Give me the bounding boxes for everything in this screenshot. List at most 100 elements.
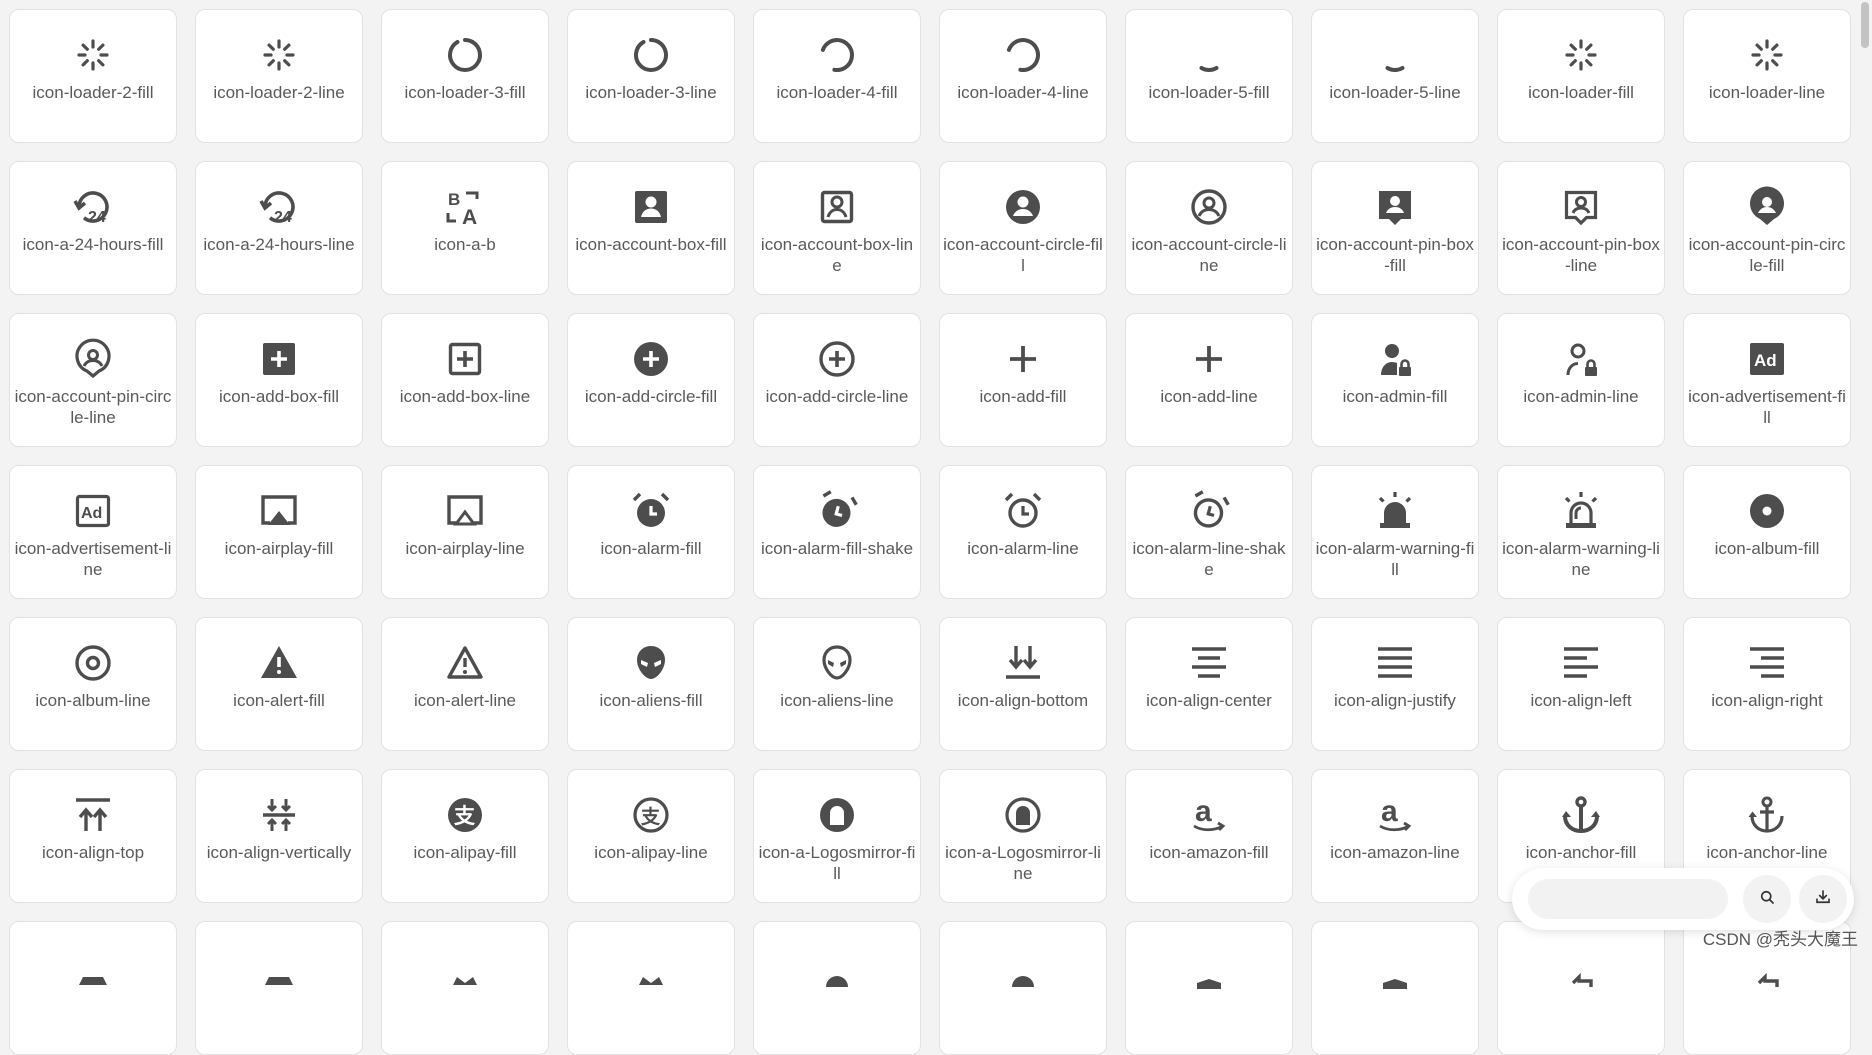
icon-card[interactable]: icon-album-line xyxy=(9,617,177,751)
icon-card[interactable]: icon-airplay-fill xyxy=(195,465,363,599)
icon-card[interactable]: a icon-amazon-fill xyxy=(1125,769,1293,903)
align-bottom-icon xyxy=(1000,640,1046,686)
alarm-line-shake-icon xyxy=(1186,488,1232,534)
icon-card[interactable]: icon-loader-fill xyxy=(1497,9,1665,143)
icon-card[interactable]: icon-alarm-line-shake xyxy=(1125,465,1293,599)
icon-card[interactable] xyxy=(195,921,363,1055)
icon-card[interactable]: icon-account-box-line xyxy=(753,161,921,295)
icon-card[interactable]: icon-align-left xyxy=(1497,617,1665,751)
icon-card[interactable]: icon-admin-fill xyxy=(1311,313,1479,447)
amazon-icon: a xyxy=(1186,792,1232,838)
icon-card[interactable]: icon-alarm-fill xyxy=(567,465,735,599)
loader-5-icon xyxy=(1186,32,1232,78)
icon-card[interactable] xyxy=(381,921,549,1055)
icon-card[interactable]: icon-admin-line xyxy=(1497,313,1665,447)
icon-card[interactable] xyxy=(939,921,1107,1055)
partial-android-icon xyxy=(1000,944,1046,990)
icon-card[interactable]: icon-alarm-warning-line xyxy=(1497,465,1665,599)
icon-card-label: icon-anchor-fill xyxy=(1525,843,1637,862)
icon-card[interactable]: icon-align-bottom xyxy=(939,617,1107,751)
search-icon xyxy=(1758,888,1776,911)
icon-card[interactable]: icon-loader-4-fill xyxy=(753,9,921,143)
icon-card[interactable]: icon-alarm-fill-shake xyxy=(753,465,921,599)
icon-card[interactable]: icon-album-fill xyxy=(1683,465,1851,599)
icon-card[interactable]: a icon-amazon-line xyxy=(1311,769,1479,903)
icon-card[interactable] xyxy=(567,921,735,1055)
icon-card[interactable]: icon-loader-4-line xyxy=(939,9,1107,143)
icon-card[interactable]: icon-add-circle-line xyxy=(753,313,921,447)
icon-card[interactable]: icon-account-pin-circle-line xyxy=(9,313,177,447)
logosmirror-fill-icon xyxy=(814,792,860,838)
svg-text:支: 支 xyxy=(454,804,476,828)
icon-card[interactable]: icon-alert-fill xyxy=(195,617,363,751)
icon-card[interactable]: icon-align-right xyxy=(1683,617,1851,751)
icon-card-label: icon-account-box-fill xyxy=(575,235,727,254)
icon-card[interactable]: icon-account-circle-line xyxy=(1125,161,1293,295)
airplay-fill-icon xyxy=(256,488,302,534)
icon-card-label: icon-add-circle-fill xyxy=(584,387,718,406)
icon-card-label: icon-account-circle-line xyxy=(1131,235,1287,275)
icon-card[interactable]: icon-align-center xyxy=(1125,617,1293,751)
icon-card[interactable]: icon-account-circle-fill xyxy=(939,161,1107,295)
icon-card[interactable]: icon-loader-2-fill xyxy=(9,9,177,143)
scrollbar[interactable] xyxy=(1860,0,1870,958)
alipay-line-icon: 支 xyxy=(628,792,674,838)
icon-card[interactable]: icon-a-Logosmirror-fill xyxy=(753,769,921,903)
icon-card[interactable]: icon-alarm-warning-fill xyxy=(1311,465,1479,599)
icon-card-label: icon-alipay-fill xyxy=(413,843,517,862)
icon-card[interactable]: B Aicon-a-b xyxy=(381,161,549,295)
icon-card-label: icon-amazon-fill xyxy=(1149,843,1269,862)
icon-card[interactable]: 24 icon-a-24-hours-line xyxy=(195,161,363,295)
icon-card[interactable]: icon-aliens-fill xyxy=(567,617,735,751)
icon-card[interactable]: icon-align-top xyxy=(9,769,177,903)
icon-card[interactable]: Ad icon-advertisement-fill xyxy=(1683,313,1851,447)
icon-card[interactable]: icon-add-line xyxy=(1125,313,1293,447)
aliens-line-icon xyxy=(814,640,860,686)
icon-card[interactable]: icon-loader-line xyxy=(1683,9,1851,143)
icon-card[interactable]: icon-loader-5-fill xyxy=(1125,9,1293,143)
icon-card[interactable]: icon-alert-line xyxy=(381,617,549,751)
account-box-fill-icon xyxy=(628,184,674,230)
24-hours-icon: 24 xyxy=(70,184,116,230)
icon-card[interactable]: icon-align-justify xyxy=(1311,617,1479,751)
icon-card[interactable] xyxy=(1311,921,1479,1055)
icon-card[interactable]: icon-airplay-line xyxy=(381,465,549,599)
icon-card[interactable]: 24 icon-a-24-hours-fill xyxy=(9,161,177,295)
icon-card-label: icon-loader-3-fill xyxy=(404,83,526,102)
partial-crown-icon xyxy=(628,944,674,990)
icon-card-label: icon-advertisement-fill xyxy=(1688,387,1846,427)
icon-card[interactable]: icon-a-Logosmirror-line xyxy=(939,769,1107,903)
icon-card-label: icon-alarm-warning-fill xyxy=(1315,539,1475,579)
icon-card[interactable]: icon-alarm-line xyxy=(939,465,1107,599)
download-button[interactable] xyxy=(1799,875,1847,923)
scrollbar-thumb[interactable] xyxy=(1861,2,1869,48)
icon-card[interactable]: icon-align-vertically xyxy=(195,769,363,903)
icon-card[interactable]: icon-add-box-line xyxy=(381,313,549,447)
icon-card[interactable]: icon-loader-5-line xyxy=(1311,9,1479,143)
search-input[interactable] xyxy=(1528,879,1728,919)
icon-card[interactable]: icon-account-pin-box-line xyxy=(1497,161,1665,295)
partial-ship-icon xyxy=(256,944,302,990)
icon-card[interactable]: icon-loader-2-line xyxy=(195,9,363,143)
a-b-icon: BA xyxy=(442,184,488,230)
icon-card[interactable]: icon-add-fill xyxy=(939,313,1107,447)
icon-card[interactable]: icon-add-box-fill xyxy=(195,313,363,447)
icon-card[interactable] xyxy=(1125,921,1293,1055)
icon-card[interactable]: Ad icon-advertisement-line xyxy=(9,465,177,599)
icon-card[interactable] xyxy=(753,921,921,1055)
icon-card[interactable]: 支 icon-alipay-fill xyxy=(381,769,549,903)
search-button[interactable] xyxy=(1743,875,1791,923)
icon-card[interactable]: icon-account-pin-box-fill xyxy=(1311,161,1479,295)
icon-card[interactable]: icon-aliens-line xyxy=(753,617,921,751)
icon-card[interactable]: icon-account-box-fill xyxy=(567,161,735,295)
icon-card[interactable]: icon-loader-3-fill xyxy=(381,9,549,143)
partial-arrow-icon xyxy=(1744,944,1790,990)
icon-card[interactable]: icon-add-circle-fill xyxy=(567,313,735,447)
icon-card[interactable]: icon-account-pin-circle-fill xyxy=(1683,161,1851,295)
icon-card[interactable] xyxy=(9,921,177,1055)
icon-card[interactable] xyxy=(1497,921,1665,1055)
icon-card-label: icon-loader-2-line xyxy=(213,83,345,102)
align-justify-icon xyxy=(1372,640,1418,686)
icon-card[interactable]: icon-loader-3-line xyxy=(567,9,735,143)
icon-card[interactable]: 支 icon-alipay-line xyxy=(567,769,735,903)
